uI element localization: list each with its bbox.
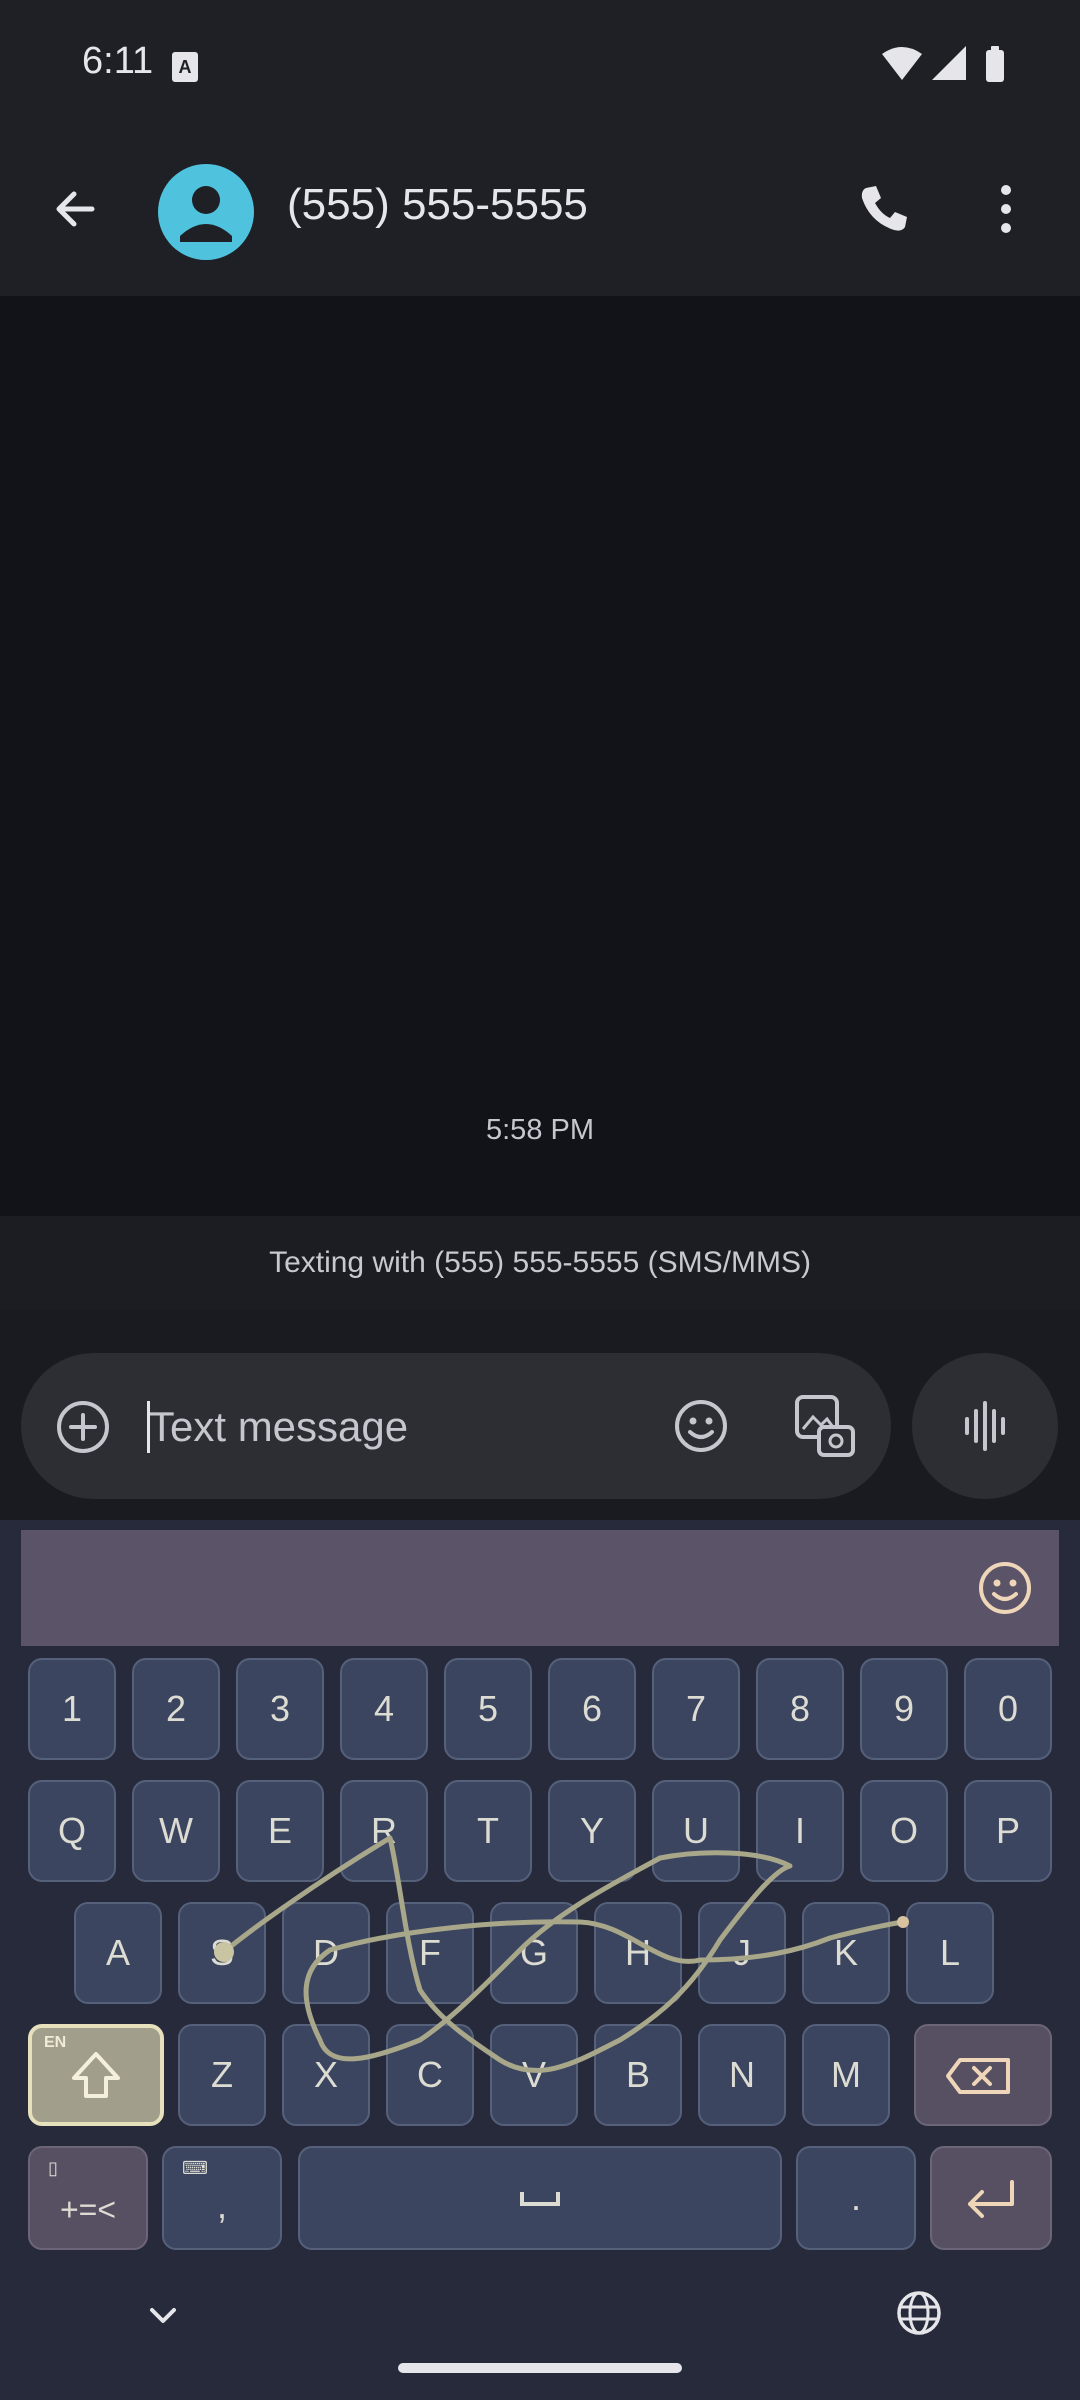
key-0[interactable]: 0 (964, 1658, 1052, 1760)
key-p[interactable]: P (964, 1780, 1052, 1882)
key-j[interactable]: J (698, 1902, 786, 2004)
gallery-button[interactable] (791, 1393, 859, 1461)
key-t[interactable]: T (444, 1780, 532, 1882)
back-arrow-icon (56, 191, 95, 227)
signal-icon (932, 46, 966, 80)
wifi-icon (882, 47, 922, 80)
attach-button[interactable] (55, 1399, 111, 1455)
switch-language-button[interactable] (894, 2288, 944, 2338)
key-s[interactable]: S (178, 1902, 266, 2004)
key-6[interactable]: 6 (548, 1658, 636, 1760)
key-f[interactable]: F (386, 1902, 474, 2004)
navigation-bar (0, 2270, 1080, 2400)
symbols-key[interactable]: ▯ +=< (28, 2146, 148, 2250)
key-l[interactable]: L (906, 1902, 994, 2004)
key-g[interactable]: G (490, 1902, 578, 2004)
gallery-icon (795, 1395, 855, 1457)
more-options-button[interactable] (974, 174, 1038, 244)
key-5[interactable]: 5 (444, 1658, 532, 1760)
key-q[interactable]: Q (28, 1780, 116, 1882)
key-e[interactable]: E (236, 1780, 324, 1882)
contact-title[interactable]: (555) 555-5555 (287, 180, 588, 230)
message-timestamp: 5:58 PM (486, 1114, 594, 1146)
key-m[interactable]: M (802, 2024, 890, 2126)
clipboard-icon: ▯ (48, 2158, 58, 2178)
enter-key[interactable] (930, 2146, 1052, 2250)
key-c[interactable]: C (386, 2024, 474, 2126)
key-o[interactable]: O (860, 1780, 948, 1882)
key-8[interactable]: 8 (756, 1658, 844, 1760)
status-bar: 6:11 A (0, 0, 1080, 130)
shift-arrow-icon (72, 2052, 120, 2098)
emoji-icon (979, 1562, 1031, 1614)
status-time: 6:11 (82, 40, 154, 82)
home-indicator[interactable] (398, 2363, 682, 2373)
composer-area (0, 1310, 1080, 1520)
key-4[interactable]: 4 (340, 1658, 428, 1760)
voice-message-button[interactable] (912, 1353, 1058, 1499)
message-list[interactable] (0, 296, 1080, 1216)
key-9[interactable]: 9 (860, 1658, 948, 1760)
avatar-person-icon (180, 186, 232, 242)
key-w[interactable]: W (132, 1780, 220, 1882)
globe-icon (897, 2291, 941, 2335)
period-key[interactable]: . (796, 2146, 916, 2250)
key-2[interactable]: 2 (132, 1658, 220, 1760)
key-1[interactable]: 1 (28, 1658, 116, 1760)
add-circle-icon (57, 1401, 109, 1453)
more-vert-icon (1001, 185, 1011, 233)
key-3[interactable]: 3 (236, 1658, 324, 1760)
contact-avatar[interactable] (158, 164, 254, 260)
keyboard-settings-icon: ⌨ (182, 2158, 208, 2178)
key-z[interactable]: Z (178, 2024, 266, 2126)
key-r[interactable]: R (340, 1780, 428, 1882)
call-button[interactable] (848, 174, 918, 244)
comma-key[interactable]: ⌨ , (162, 2146, 282, 2250)
suggestion-bar (21, 1530, 1059, 1646)
key-b[interactable]: B (594, 2024, 682, 2126)
keyboard-a-icon: A (172, 52, 198, 82)
conversation-header: (555) 555-5555 (0, 130, 1080, 296)
key-h[interactable]: H (594, 1902, 682, 2004)
emoji-icon (675, 1400, 727, 1452)
backspace-key[interactable] (914, 2024, 1052, 2126)
key-x[interactable]: X (282, 2024, 370, 2126)
hide-keyboard-button[interactable] (138, 2290, 188, 2340)
key-u[interactable]: U (652, 1780, 740, 1882)
key-v[interactable]: V (490, 2024, 578, 2126)
voice-waveform-icon (965, 1401, 1005, 1451)
texting-with-banner: Texting with (555) 555-5555 (SMS/MMS) (0, 1216, 1080, 1310)
emoji-button[interactable] (671, 1396, 731, 1456)
backspace-icon (946, 2058, 1010, 2094)
space-key[interactable] (298, 2146, 782, 2250)
key-a[interactable]: A (74, 1902, 162, 2004)
keyboard: 1 2 3 4 5 6 7 8 9 0 Q W E R T Y U I O P … (0, 1520, 1080, 2400)
enter-arrow-icon (968, 2180, 1014, 2218)
chevron-down-icon (150, 2308, 176, 2323)
text-message-input[interactable] (147, 1389, 651, 1465)
shift-key[interactable]: EN (28, 2024, 164, 2126)
key-d[interactable]: D (282, 1902, 370, 2004)
message-composer (21, 1353, 891, 1499)
battery-icon (986, 46, 1004, 82)
key-n[interactable]: N (698, 2024, 786, 2126)
key-i[interactable]: I (756, 1780, 844, 1882)
back-button[interactable] (40, 174, 110, 244)
space-bar-icon (520, 2192, 560, 2206)
phone-icon (861, 186, 907, 231)
text-cursor (147, 1401, 150, 1453)
key-y[interactable]: Y (548, 1780, 636, 1882)
keyboard-emoji-button[interactable] (975, 1558, 1035, 1618)
status-icons (880, 44, 1010, 89)
key-7[interactable]: 7 (652, 1658, 740, 1760)
key-k[interactable]: K (802, 1902, 890, 2004)
